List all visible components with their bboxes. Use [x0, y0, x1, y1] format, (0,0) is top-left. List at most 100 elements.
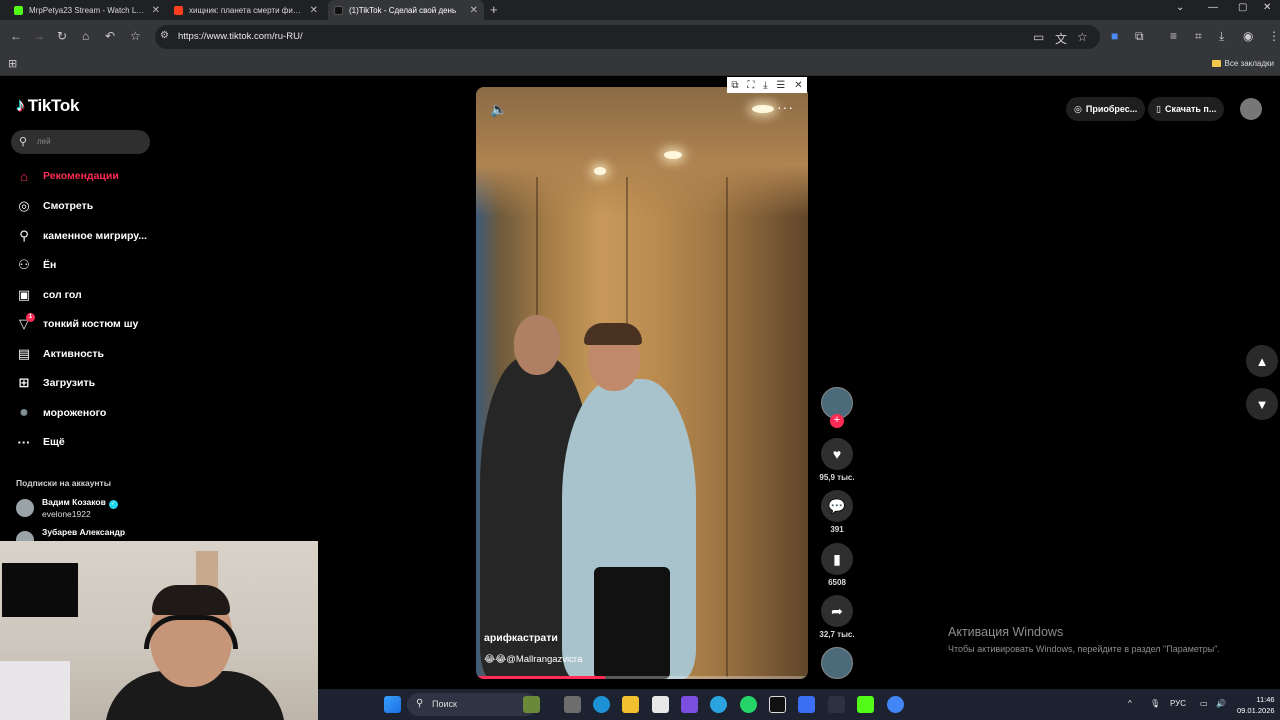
share-button[interactable]: ➦ 32,7 тыс.	[819, 595, 855, 639]
language-indicator[interactable]: РУС	[1170, 699, 1186, 708]
video-progress-bar[interactable]	[476, 676, 808, 679]
close-tab-icon[interactable]: ✕	[152, 5, 160, 16]
search-highlight-icon	[523, 696, 540, 713]
bookmark-star-icon[interactable]: ☆	[130, 29, 141, 43]
kick-app-icon[interactable]	[857, 696, 874, 713]
save-button[interactable]: ▮ 6508	[821, 543, 853, 587]
new-tab-icon[interactable]: +	[490, 2, 498, 17]
taskbar-search[interactable]: ⚲ Поиск	[407, 693, 537, 716]
sidebar-item[interactable]: ● мороженого	[15, 402, 165, 424]
popout-icon[interactable]: ⧉	[731, 80, 738, 91]
sidebar-item[interactable]: ▤ Активность	[15, 343, 165, 365]
app-icon[interactable]	[681, 696, 698, 713]
video-frame-panel	[726, 177, 728, 677]
address-bar[interactable]: ⚙ https://www.tiktok.com/ru-RU/ ▭ 文 ☆	[155, 25, 1100, 49]
sidebar-item[interactable]: ▽ 1 тонкий костюм шу	[15, 313, 165, 335]
share-count: 32,7 тыс.	[819, 630, 855, 639]
fullscreen-icon[interactable]: ⛶	[747, 80, 754, 91]
sidebar-item-label: каменное мигриру...	[43, 230, 147, 242]
close-icon[interactable]: ✕	[794, 80, 802, 91]
install-app-icon[interactable]: ▭	[1033, 30, 1044, 44]
undo-icon[interactable]: ↶	[105, 29, 115, 43]
comment-icon: 💬	[821, 490, 853, 522]
translate-icon[interactable]: 文	[1055, 30, 1067, 47]
follow-plus-icon[interactable]: +	[830, 414, 844, 428]
download-app-button[interactable]: ▯ Скачать п...	[1148, 97, 1225, 121]
video-description[interactable]: 😂😂@Mallrangazvicra	[484, 654, 582, 665]
browser-tab-yandex[interactable]: хищник: планета смерти фильм ✕	[168, 0, 324, 20]
back-icon[interactable]: ←	[10, 29, 22, 43]
apps-grid-icon[interactable]: ⊞	[8, 57, 17, 70]
list-icon[interactable]: ☰	[776, 80, 785, 91]
file-explorer-icon[interactable]	[622, 696, 639, 713]
reload-icon[interactable]: ↻	[57, 29, 67, 43]
volume-icon[interactable]: 🔊	[1216, 699, 1226, 708]
site-info-icon[interactable]: ⚙	[160, 30, 169, 41]
tiktok-app-icon[interactable]	[769, 696, 786, 713]
profile-icon[interactable]: ◉	[1243, 29, 1253, 43]
whatsapp-icon[interactable]	[740, 696, 757, 713]
tiktok-note-icon: ♪	[16, 95, 25, 115]
app-icon[interactable]	[798, 696, 815, 713]
get-coins-button[interactable]: ◎ Приобрес...	[1066, 97, 1146, 121]
sidebar-item[interactable]: ▣ сол гол	[15, 284, 165, 306]
more-options-icon[interactable]: ···	[777, 99, 794, 115]
reading-list-icon[interactable]: ≡	[1170, 29, 1177, 43]
verified-icon: ✓	[108, 500, 118, 509]
store-icon[interactable]	[652, 696, 669, 713]
extensions-puzzle-icon[interactable]: ⧉	[1135, 29, 1144, 44]
like-button[interactable]: ♥ 95,9 тыс.	[819, 438, 855, 482]
webcam-overlay	[0, 541, 318, 720]
sidebar-item[interactable]: ⚲ каменное мигриру...	[15, 225, 165, 247]
download-icon[interactable]: ⤓	[763, 80, 767, 91]
video-progress-fill	[476, 676, 606, 679]
browser-tab-tiktok[interactable]: (1)TikTok - Сделай свой день ✕	[328, 0, 484, 20]
comment-count: 391	[830, 525, 844, 534]
windows-start-icon[interactable]	[384, 696, 401, 713]
previous-video-button[interactable]: ▲	[1246, 345, 1278, 377]
microphone-icon[interactable]: 🎙	[1150, 699, 1160, 708]
close-tab-icon[interactable]: ✕	[470, 5, 478, 16]
chrome-icon[interactable]	[887, 696, 904, 713]
browser-tab-kick[interactable]: MrpPetya23 Stream - Watch Live ✕	[8, 0, 166, 20]
x-app-icon[interactable]	[828, 696, 845, 713]
star-icon[interactable]: ☆	[1077, 30, 1088, 44]
home-icon[interactable]: ⌂	[82, 29, 89, 43]
task-view-icon[interactable]	[564, 696, 581, 713]
tray-chevron-icon[interactable]: ^	[1128, 699, 1132, 708]
minimize-icon[interactable]: —	[1208, 2, 1218, 13]
telegram-icon[interactable]	[710, 696, 727, 713]
taskbar-clock[interactable]: 11:46 09.01.2026	[1237, 694, 1275, 716]
live-icon: ▣	[17, 287, 31, 302]
sidebar-item[interactable]: ⊞ Загрузить	[15, 372, 165, 394]
download-icon[interactable]: ⤓	[1219, 29, 1224, 44]
heart-icon: ♥	[821, 438, 853, 470]
sidebar-item[interactable]: ◎ Смотреть	[15, 195, 165, 217]
compass-icon: ◎	[18, 198, 30, 213]
video-author[interactable]: арифкастрати	[484, 632, 558, 644]
crop-icon[interactable]: ⌗	[1195, 29, 1202, 44]
coin-icon: ◎	[1074, 103, 1082, 114]
tab-search-icon[interactable]: ⌄	[1176, 2, 1184, 13]
sidebar-item[interactable]: ⌂ Рекомендации	[15, 165, 165, 187]
next-video-button[interactable]: ▼	[1246, 388, 1278, 420]
maximize-icon[interactable]: ▢	[1238, 2, 1247, 13]
search-input[interactable]: ⚲ лей	[11, 130, 150, 154]
sidebar-item[interactable]: ··· Ещё	[15, 431, 165, 453]
volume-icon[interactable]: 🔈	[490, 101, 507, 118]
comment-button[interactable]: 💬 391	[821, 490, 853, 534]
forward-icon[interactable]: →	[33, 29, 45, 43]
url-text[interactable]: https://www.tiktok.com/ru-RU/	[178, 31, 303, 42]
all-bookmarks[interactable]: Все закладки	[1211, 59, 1274, 68]
extension-icon[interactable]: ■	[1111, 29, 1118, 43]
close-tab-icon[interactable]: ✕	[310, 5, 318, 16]
music-disc-icon[interactable]	[821, 647, 853, 679]
tiktok-logo[interactable]: ♪ TikTok	[16, 95, 79, 116]
edge-icon[interactable]	[593, 696, 610, 713]
video-player[interactable]: 🔈 ··· арифкастрати 😂😂@Mallrangazvicra	[476, 87, 808, 679]
network-icon[interactable]: ▭	[1200, 699, 1208, 708]
sidebar-item[interactable]: ⚇ Ён	[15, 254, 165, 276]
profile-avatar[interactable]	[1240, 98, 1262, 120]
menu-dots-icon[interactable]: ⋮	[1268, 29, 1280, 43]
close-window-icon[interactable]: ✕	[1263, 2, 1271, 13]
